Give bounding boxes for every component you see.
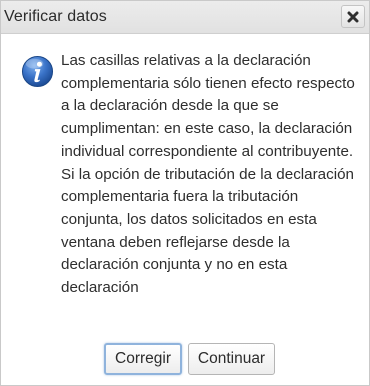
continuar-button[interactable]: Continuar (188, 343, 275, 375)
dialog-message: Las casillas relativas a la declaración … (61, 52, 355, 297)
dialog-title: Verificar datos (4, 8, 107, 25)
verificar-datos-dialog: Verificar datos Las casillas relativas a… (0, 0, 370, 386)
info-icon (21, 55, 54, 88)
close-button[interactable] (341, 5, 365, 28)
dialog-body: Las casillas relativas a la declaración … (1, 34, 369, 385)
dialog-titlebar[interactable]: Verificar datos (1, 1, 369, 34)
corregir-button[interactable]: Corregir (104, 343, 182, 375)
close-icon (347, 11, 359, 22)
